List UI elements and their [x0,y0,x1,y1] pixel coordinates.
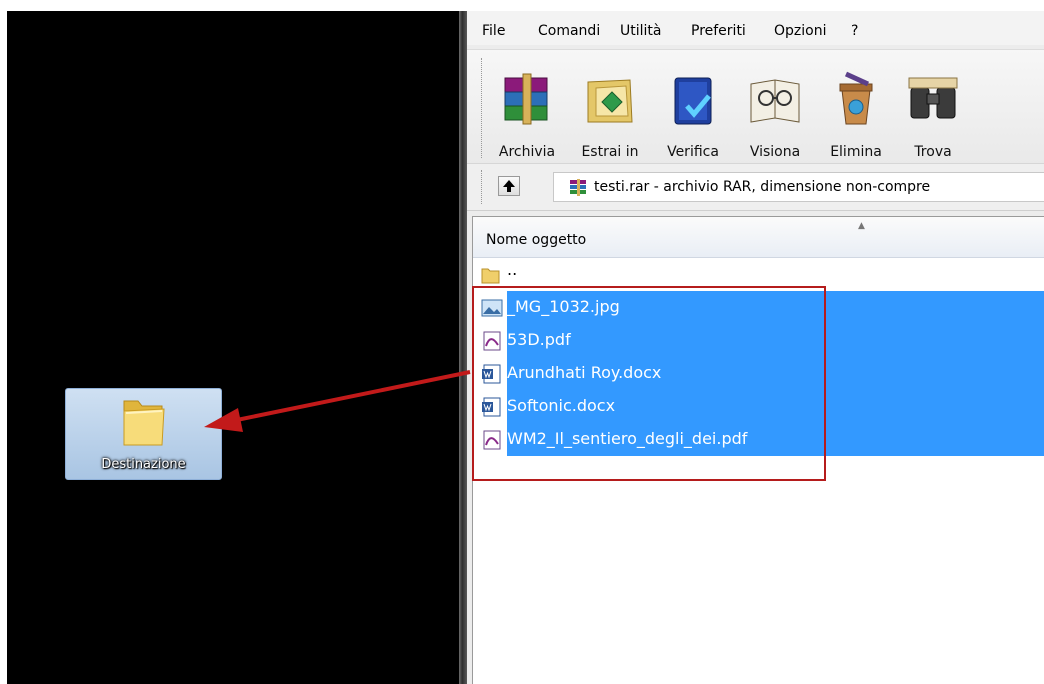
drag-arrow-annotation [204,370,471,432]
